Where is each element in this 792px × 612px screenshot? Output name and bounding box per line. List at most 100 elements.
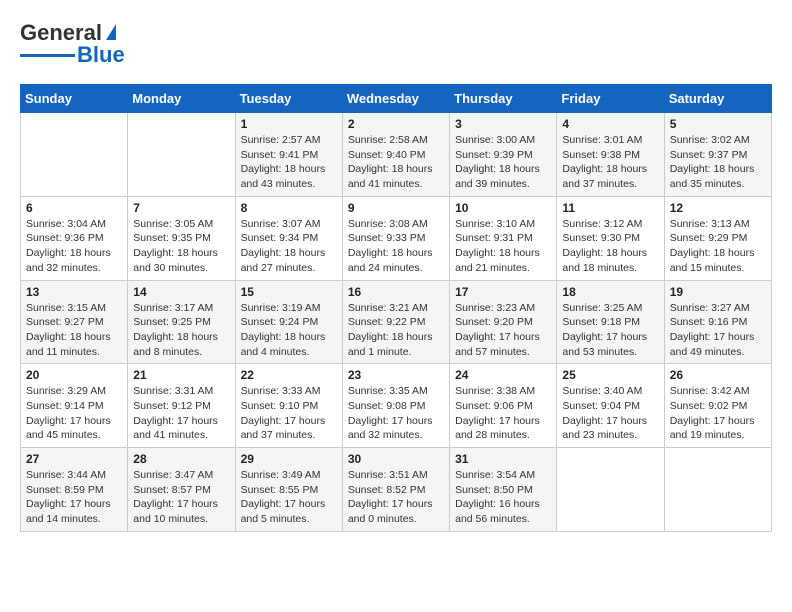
day-info: Sunrise: 3:07 AM Sunset: 9:34 PM Dayligh…: [241, 217, 337, 276]
day-number: 4: [562, 117, 658, 131]
day-number: 1: [241, 117, 337, 131]
calendar-cell: 2Sunrise: 2:58 AM Sunset: 9:40 PM Daylig…: [342, 113, 449, 197]
day-number: 9: [348, 201, 444, 215]
calendar-cell: 7 Sunrise: 3:05 AM Sunset: 9:35 PM Daylig…: [128, 196, 235, 280]
day-number: 29: [241, 452, 337, 466]
day-info: Sunrise: 3:15 AM Sunset: 9:27 PM Dayligh…: [26, 301, 122, 360]
day-info: Sunrise: 3:12 AM Sunset: 9:30 PM Dayligh…: [562, 217, 658, 276]
calendar-cell: 18 Sunrise: 3:25 AM Sunset: 9:18 PM Dayli…: [557, 280, 664, 364]
calendar-cell: 17 Sunrise: 3:23 AM Sunset: 9:20 PM Dayli…: [450, 280, 557, 364]
day-info: Sunrise: 3:01 AM Sunset: 9:38 PM Dayligh…: [562, 133, 658, 192]
calendar-cell: 15Sunrise: 3:19 AM Sunset: 9:24 PM Dayli…: [235, 280, 342, 364]
weekday-header-friday: Friday: [557, 85, 664, 113]
day-info: Sunrise: 3:23 AM Sunset: 9:20 PM Dayligh…: [455, 301, 551, 360]
calendar-cell: 12 Sunrise: 3:13 AM Sunset: 9:29 PM Dayli…: [664, 196, 771, 280]
calendar-cell: 5 Sunrise: 3:02 AM Sunset: 9:37 PM Daylig…: [664, 113, 771, 197]
day-number: 11: [562, 201, 658, 215]
day-number: 5: [670, 117, 766, 131]
calendar-cell: 10 Sunrise: 3:10 AM Sunset: 9:31 PM Dayli…: [450, 196, 557, 280]
calendar-cell: 8 Sunrise: 3:07 AM Sunset: 9:34 PM Daylig…: [235, 196, 342, 280]
calendar-cell: 22 Sunrise: 3:33 AM Sunset: 9:10 PM Dayli…: [235, 364, 342, 448]
calendar-cell: [664, 448, 771, 532]
day-number: 24: [455, 368, 551, 382]
weekday-header-saturday: Saturday: [664, 85, 771, 113]
logo-line: [20, 54, 75, 57]
day-info: Sunrise: 3:47 AM Sunset: 8:57 PM Dayligh…: [133, 468, 229, 527]
calendar-cell: 19 Sunrise: 3:27 AM Sunset: 9:16 PM Dayli…: [664, 280, 771, 364]
week-row-5: 27Sunrise: 3:44 AM Sunset: 8:59 PM Dayli…: [21, 448, 772, 532]
day-number: 14: [133, 285, 229, 299]
calendar-cell: 14 Sunrise: 3:17 AM Sunset: 9:25 PM Dayli…: [128, 280, 235, 364]
calendar-cell: 29 Sunrise: 3:49 AM Sunset: 8:55 PM Dayli…: [235, 448, 342, 532]
day-info: Sunrise: 3:49 AM Sunset: 8:55 PM Dayligh…: [241, 468, 337, 527]
calendar-cell: 30 Sunrise: 3:51 AM Sunset: 8:52 PM Dayli…: [342, 448, 449, 532]
week-row-3: 13 Sunrise: 3:15 AM Sunset: 9:27 PM Dayli…: [21, 280, 772, 364]
day-info: Sunrise: 3:02 AM Sunset: 9:37 PM Dayligh…: [670, 133, 766, 192]
day-info: Sunrise: 3:00 AM Sunset: 9:39 PM Dayligh…: [455, 133, 551, 192]
day-number: 22: [241, 368, 337, 382]
calendar-cell: 9 Sunrise: 3:08 AM Sunset: 9:33 PM Daylig…: [342, 196, 449, 280]
day-info: Sunrise: 3:42 AM Sunset: 9:02 PM Dayligh…: [670, 384, 766, 443]
calendar-cell: 24Sunrise: 3:38 AM Sunset: 9:06 PM Dayli…: [450, 364, 557, 448]
day-info: Sunrise: 3:04 AM Sunset: 9:36 PM Dayligh…: [26, 217, 122, 276]
calendar-cell: 11 Sunrise: 3:12 AM Sunset: 9:30 PM Dayli…: [557, 196, 664, 280]
day-info: Sunrise: 3:40 AM Sunset: 9:04 PM Dayligh…: [562, 384, 658, 443]
day-number: 31: [455, 452, 551, 466]
day-info: Sunrise: 3:31 AM Sunset: 9:12 PM Dayligh…: [133, 384, 229, 443]
calendar-cell: 25 Sunrise: 3:40 AM Sunset: 9:04 PM Dayli…: [557, 364, 664, 448]
day-number: 10: [455, 201, 551, 215]
day-number: 7: [133, 201, 229, 215]
calendar-cell: 28 Sunrise: 3:47 AM Sunset: 8:57 PM Dayli…: [128, 448, 235, 532]
day-info: Sunrise: 3:27 AM Sunset: 9:16 PM Dayligh…: [670, 301, 766, 360]
day-info: Sunrise: 3:51 AM Sunset: 8:52 PM Dayligh…: [348, 468, 444, 527]
day-number: 16: [348, 285, 444, 299]
day-info: Sunrise: 3:05 AM Sunset: 9:35 PM Dayligh…: [133, 217, 229, 276]
calendar-cell: 20 Sunrise: 3:29 AM Sunset: 9:14 PM Dayli…: [21, 364, 128, 448]
day-number: 28: [133, 452, 229, 466]
day-info: Sunrise: 3:29 AM Sunset: 9:14 PM Dayligh…: [26, 384, 122, 443]
day-number: 20: [26, 368, 122, 382]
day-number: 25: [562, 368, 658, 382]
page-header: General Blue: [20, 20, 772, 68]
calendar-cell: 21Sunrise: 3:31 AM Sunset: 9:12 PM Dayli…: [128, 364, 235, 448]
calendar-cell: 31Sunrise: 3:54 AM Sunset: 8:50 PM Dayli…: [450, 448, 557, 532]
day-info: Sunrise: 3:10 AM Sunset: 9:31 PM Dayligh…: [455, 217, 551, 276]
weekday-header-row: SundayMondayTuesdayWednesdayThursdayFrid…: [21, 85, 772, 113]
day-number: 26: [670, 368, 766, 382]
calendar-cell: 26 Sunrise: 3:42 AM Sunset: 9:02 PM Dayli…: [664, 364, 771, 448]
day-info: Sunrise: 3:35 AM Sunset: 9:08 PM Dayligh…: [348, 384, 444, 443]
calendar-cell: 4 Sunrise: 3:01 AM Sunset: 9:38 PM Daylig…: [557, 113, 664, 197]
logo-triangle-icon: [106, 24, 116, 40]
day-number: 19: [670, 285, 766, 299]
day-info: Sunrise: 3:21 AM Sunset: 9:22 PM Dayligh…: [348, 301, 444, 360]
day-info: Sunrise: 3:33 AM Sunset: 9:10 PM Dayligh…: [241, 384, 337, 443]
day-number: 3: [455, 117, 551, 131]
day-info: Sunrise: 3:19 AM Sunset: 9:24 PM Dayligh…: [241, 301, 337, 360]
day-number: 17: [455, 285, 551, 299]
day-number: 27: [26, 452, 122, 466]
weekday-header-wednesday: Wednesday: [342, 85, 449, 113]
day-number: 8: [241, 201, 337, 215]
day-info: Sunrise: 2:58 AM Sunset: 9:40 PM Dayligh…: [348, 133, 444, 192]
day-info: Sunrise: 2:57 AM Sunset: 9:41 PM Dayligh…: [241, 133, 337, 192]
day-info: Sunrise: 3:13 AM Sunset: 9:29 PM Dayligh…: [670, 217, 766, 276]
day-number: 6: [26, 201, 122, 215]
day-info: Sunrise: 3:08 AM Sunset: 9:33 PM Dayligh…: [348, 217, 444, 276]
day-info: Sunrise: 3:25 AM Sunset: 9:18 PM Dayligh…: [562, 301, 658, 360]
calendar-cell: 27Sunrise: 3:44 AM Sunset: 8:59 PM Dayli…: [21, 448, 128, 532]
day-number: 23: [348, 368, 444, 382]
calendar-cell: 6 Sunrise: 3:04 AM Sunset: 9:36 PM Daylig…: [21, 196, 128, 280]
weekday-header-monday: Monday: [128, 85, 235, 113]
day-number: 13: [26, 285, 122, 299]
day-number: 30: [348, 452, 444, 466]
logo: General Blue: [20, 20, 125, 68]
week-row-2: 6 Sunrise: 3:04 AM Sunset: 9:36 PM Daylig…: [21, 196, 772, 280]
calendar-cell: 3 Sunrise: 3:00 AM Sunset: 9:39 PM Daylig…: [450, 113, 557, 197]
calendar-cell: 23 Sunrise: 3:35 AM Sunset: 9:08 PM Dayli…: [342, 364, 449, 448]
day-number: 12: [670, 201, 766, 215]
day-info: Sunrise: 3:17 AM Sunset: 9:25 PM Dayligh…: [133, 301, 229, 360]
calendar-cell: 13 Sunrise: 3:15 AM Sunset: 9:27 PM Dayli…: [21, 280, 128, 364]
calendar-table: SundayMondayTuesdayWednesdayThursdayFrid…: [20, 84, 772, 532]
calendar-cell: 16 Sunrise: 3:21 AM Sunset: 9:22 PM Dayli…: [342, 280, 449, 364]
day-number: 18: [562, 285, 658, 299]
